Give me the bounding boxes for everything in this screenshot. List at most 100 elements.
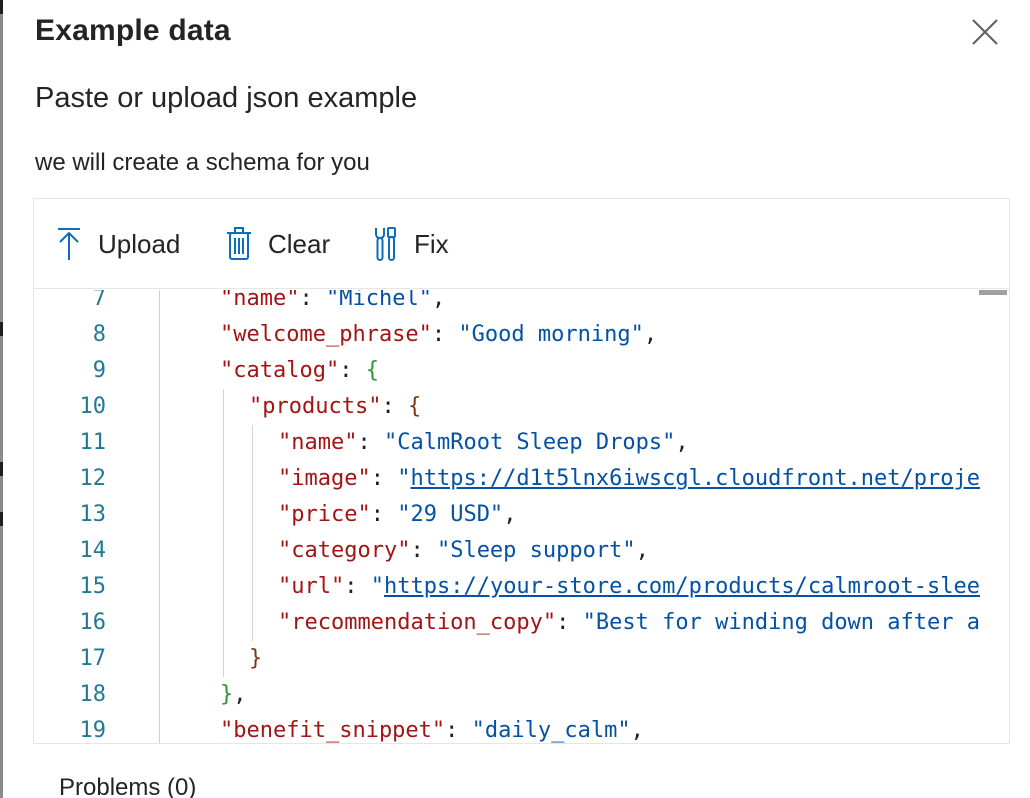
line-number: 17 (79, 646, 107, 671)
code-token: : (556, 610, 583, 635)
close-icon (972, 19, 998, 45)
code-token: "CalmRoot Sleep Drops" (383, 430, 676, 455)
line-number: 16 (79, 610, 107, 635)
dialog-subtitle: Paste or upload json example (35, 82, 418, 114)
code-token: : (299, 290, 326, 311)
line-number: 19 (79, 718, 107, 743)
line-number: 13 (79, 502, 107, 527)
indent-guide (223, 605, 224, 641)
code-token: "Best for winding down after a (582, 610, 981, 635)
indent-guide (252, 533, 253, 569)
fix-button[interactable]: Fix (370, 225, 449, 263)
indent-guide (252, 425, 253, 461)
json-editor-panel: Upload Clear Fix 7 "name": "Michel", 8 "… (33, 198, 1010, 744)
code-token: , (643, 322, 658, 347)
code-editor[interactable]: 7 "name": "Michel", 8 "welcome_phrase": "Go… (34, 290, 1009, 744)
code-text: "category": "Sleep support", (278, 533, 649, 569)
dialog-description: we will create a schema for you (35, 149, 370, 176)
code-line: 13 "price": "29 USD", (34, 497, 1009, 533)
tools-icon (370, 226, 400, 262)
code-line: 19 "benefit_snippet": "daily_calm", (34, 713, 1009, 744)
code-token: " (370, 574, 384, 599)
code-text: "benefit_snippet": "daily_calm", (220, 713, 644, 744)
indent-guide (223, 389, 224, 425)
code-text: "url": "https://your-store.com/products/… (278, 569, 980, 605)
trash-icon (224, 226, 254, 262)
code-line: 16 "recommendation_copy": "Best for windi… (34, 605, 1009, 641)
indent-guide (223, 461, 224, 497)
code-token: "category" (278, 538, 411, 563)
code-text: "recommendation_copy": "Best for winding… (278, 605, 980, 641)
code-token: : (370, 466, 398, 491)
code-token: "welcome_phrase" (220, 322, 432, 347)
code-line: 15 "url": "https://your-store.com/product… (34, 569, 1009, 605)
code-token: "url" (278, 574, 345, 599)
code-token: "name" (220, 290, 300, 311)
code-token[interactable]: https://d1t5lnx6iwscgl.cloudfront.net/pr… (410, 466, 980, 491)
line-number: 14 (79, 538, 107, 563)
indent-guide (252, 497, 253, 533)
code-token: "price" (278, 502, 371, 527)
dialog-title: Example data (35, 14, 231, 47)
code-token: "Michel" (325, 290, 432, 311)
code-token: } (220, 682, 234, 707)
code-token: "29 USD" (397, 502, 504, 527)
code-token: "products" (249, 394, 382, 419)
indent-guide (223, 569, 224, 605)
code-text: }, (220, 677, 247, 713)
code-token: : (339, 358, 366, 383)
code-text: "catalog": { (220, 353, 379, 389)
code-line: 17} (34, 641, 1009, 677)
line-number: 15 (79, 574, 107, 599)
code-line: 18}, (34, 677, 1009, 713)
indent-guide (252, 605, 253, 641)
code-token: "catalog" (220, 358, 340, 383)
indent-guide (252, 569, 253, 605)
upload-arrow-icon (54, 226, 84, 262)
code-text: "price": "29 USD", (278, 497, 516, 533)
line-number: 11 (79, 430, 107, 455)
code-token: "benefit_snippet" (220, 718, 446, 743)
code-line: 14 "category": "Sleep support", (34, 533, 1009, 569)
code-token: "image" (278, 466, 371, 491)
indent-guide (223, 641, 224, 677)
code-line: 10 "products": { (34, 389, 1009, 425)
code-token[interactable]: https://your-store.com/products/calmroot… (384, 574, 980, 599)
code-token: : (431, 322, 459, 347)
line-number: 12 (79, 466, 107, 491)
code-line: 11 "name": "CalmRoot Sleep Drops", (34, 425, 1009, 461)
code-token: : (344, 574, 371, 599)
code-token: "Sleep support" (436, 538, 636, 563)
line-number: 18 (79, 682, 107, 707)
code-line: 8 "welcome_phrase": "Good morning", (34, 317, 1009, 353)
indent-guide (252, 461, 253, 497)
indent-guide (223, 497, 224, 533)
indent-guide (223, 533, 224, 569)
clear-button[interactable]: Clear (224, 225, 330, 263)
code-token: "daily_calm" (471, 718, 631, 743)
code-token: : (381, 394, 408, 419)
code-text: "image": "https://d1t5lnx6iwscgl.cloudfr… (278, 461, 980, 497)
fix-label: Fix (414, 228, 449, 259)
code-token: "name" (278, 430, 358, 455)
line-number: 7 (92, 290, 106, 311)
code-token: , (503, 502, 517, 527)
line-number: 10 (79, 394, 107, 419)
upload-label: Upload (98, 228, 181, 259)
code-token: , (630, 718, 644, 743)
code-line: 7 "name": "Michel", (34, 290, 1009, 317)
line-number: 8 (92, 322, 106, 347)
upload-button[interactable]: Upload (54, 225, 180, 263)
code-token: , (233, 682, 247, 707)
problems-tab[interactable]: Problems (0) (59, 774, 196, 798)
code-token: : (410, 538, 437, 563)
code-token: : (445, 718, 472, 743)
code-text: "products": { (249, 389, 421, 425)
code-token: "recommendation_copy" (278, 610, 557, 635)
close-button[interactable] (967, 14, 1003, 50)
example-data-dialog: Example data Paste or upload json exampl… (3, 0, 1030, 798)
indent-guide (223, 425, 224, 461)
code-token: " (397, 466, 411, 491)
code-text: } (249, 641, 262, 677)
clear-label: Clear (268, 228, 331, 259)
